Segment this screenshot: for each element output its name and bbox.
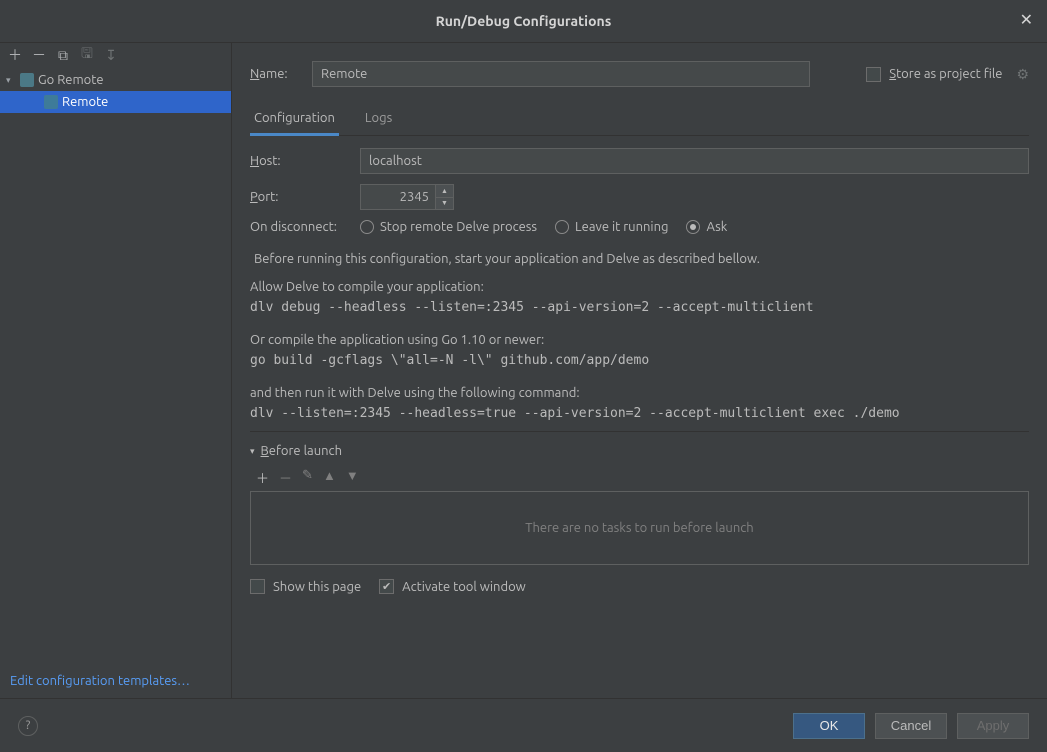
tree-item-label: Remote xyxy=(62,95,108,109)
activate-tool-window[interactable]: ✔ Activate tool window xyxy=(379,579,526,594)
radio-label: Stop remote Delve process xyxy=(380,220,537,234)
store-as-project[interactable]: Store as project file ⚙ xyxy=(866,66,1029,83)
down-icon: ▼ xyxy=(346,468,359,487)
checkbox-icon[interactable]: ✔ xyxy=(379,579,394,594)
before-launch-empty: There are no tasks to run before launch xyxy=(525,521,753,535)
ok-button[interactable]: OK xyxy=(793,713,865,739)
close-icon[interactable]: ✕ xyxy=(1020,12,1033,28)
port-input[interactable] xyxy=(360,184,436,210)
tab-configuration[interactable]: Configuration xyxy=(250,105,339,136)
name-row: Name: Store as project file ⚙ xyxy=(250,61,1029,87)
cancel-button[interactable]: Cancel xyxy=(875,713,947,739)
store-label: Store as project file xyxy=(889,67,1002,81)
stepper-down-icon[interactable]: ▼ xyxy=(436,198,453,210)
show-this-page[interactable]: Show this page xyxy=(250,579,361,594)
add-icon[interactable]: ＋ xyxy=(256,468,269,487)
block3-label: and then run it with Delve using the fol… xyxy=(250,386,1029,400)
host-input[interactable] xyxy=(360,148,1029,174)
port-stepper[interactable]: ▲ ▼ xyxy=(436,184,454,210)
store-checkbox[interactable] xyxy=(866,67,881,82)
radio-leave[interactable]: Leave it running xyxy=(555,220,668,234)
before-launch-label: Before launch xyxy=(261,444,342,458)
chevron-down-icon: ▾ xyxy=(6,75,16,86)
on-disconnect-row: On disconnect: Stop remote Delve process… xyxy=(250,220,1029,234)
main-panel: Name: Store as project file ⚙ Configurat… xyxy=(232,43,1047,698)
sidebar-footer: Edit configuration templates… xyxy=(0,668,231,698)
on-disconnect-label: On disconnect: xyxy=(250,220,360,234)
block2-cmd: go build -gcflags \"all=-N -l\" github.c… xyxy=(250,353,1029,368)
sort-icon[interactable]: ↧ xyxy=(102,47,120,64)
block1-cmd: dlv debug --headless --listen=:2345 --ap… xyxy=(250,300,1029,315)
sidebar-toolbar: ＋ － ⧉ 🖫 ↧ xyxy=(0,43,231,67)
config-tree: ▾ Go Remote Remote xyxy=(0,67,231,668)
apply-button[interactable]: Apply xyxy=(957,713,1029,739)
tree-group-label: Go Remote xyxy=(38,73,104,87)
block2-label: Or compile the application using Go 1.10… xyxy=(250,333,1029,347)
titlebar: Run/Debug Configurations ✕ xyxy=(0,0,1047,42)
block3-cmd: dlv --listen=:2345 --headless=true --api… xyxy=(250,406,1029,421)
before-launch-toolbar: ＋ － ✎ ▲ ▼ xyxy=(250,464,1029,491)
host-row: Host: xyxy=(250,148,1029,174)
checkbox-icon[interactable] xyxy=(250,579,265,594)
host-label: Host: xyxy=(250,154,360,168)
footer-checks: Show this page ✔ Activate tool window xyxy=(250,579,1029,594)
radio-icon[interactable] xyxy=(555,220,569,234)
block1-label: Allow Delve to compile your application: xyxy=(250,280,1029,294)
before-launch-list: There are no tasks to run before launch xyxy=(250,491,1029,565)
port-row: Port: ▲ ▼ xyxy=(250,184,1029,210)
copy-icon[interactable]: ⧉ xyxy=(54,47,72,64)
go-icon xyxy=(44,95,58,109)
radio-icon[interactable] xyxy=(686,220,700,234)
stepper-up-icon[interactable]: ▲ xyxy=(436,185,453,198)
go-icon xyxy=(20,73,34,87)
name-label: Name: xyxy=(250,67,296,81)
add-icon[interactable]: ＋ xyxy=(6,45,24,65)
chevron-down-icon: ▾ xyxy=(250,446,255,457)
port-label: Port: xyxy=(250,190,360,204)
radio-label: Ask xyxy=(706,220,727,234)
tabs: Configuration Logs xyxy=(250,105,1029,136)
name-input[interactable] xyxy=(312,61,810,87)
tree-item-remote[interactable]: Remote xyxy=(0,91,231,113)
edit-icon: ✎ xyxy=(302,468,313,487)
save-icon[interactable]: 🖫 xyxy=(78,43,96,67)
on-disconnect-group: Stop remote Delve process Leave it runni… xyxy=(360,220,727,234)
tree-group-go-remote[interactable]: ▾ Go Remote xyxy=(0,69,231,91)
before-launch-header[interactable]: ▾ Before launch xyxy=(250,444,1029,458)
radio-label: Leave it running xyxy=(575,220,668,234)
radio-icon[interactable] xyxy=(360,220,374,234)
tab-logs[interactable]: Logs xyxy=(361,105,396,135)
radio-ask[interactable]: Ask xyxy=(686,220,727,234)
remove-icon: － xyxy=(279,468,292,487)
description-text: Before running this configuration, start… xyxy=(254,252,1029,266)
checkbox-label: Show this page xyxy=(273,580,361,594)
dialog-buttons: ? OK Cancel Apply xyxy=(0,698,1047,752)
checkbox-label: Activate tool window xyxy=(402,580,526,594)
edit-templates-link[interactable]: Edit configuration templates… xyxy=(10,674,190,688)
sidebar: ＋ － ⧉ 🖫 ↧ ▾ Go Remote Remote Edit config… xyxy=(0,43,232,698)
gear-icon[interactable]: ⚙ xyxy=(1016,66,1029,83)
help-icon[interactable]: ? xyxy=(18,716,38,736)
dialog-content: ＋ － ⧉ 🖫 ↧ ▾ Go Remote Remote Edit config… xyxy=(0,42,1047,698)
radio-stop[interactable]: Stop remote Delve process xyxy=(360,220,537,234)
up-icon: ▲ xyxy=(323,468,336,487)
remove-icon[interactable]: － xyxy=(30,45,48,65)
dialog-title: Run/Debug Configurations xyxy=(436,13,612,29)
